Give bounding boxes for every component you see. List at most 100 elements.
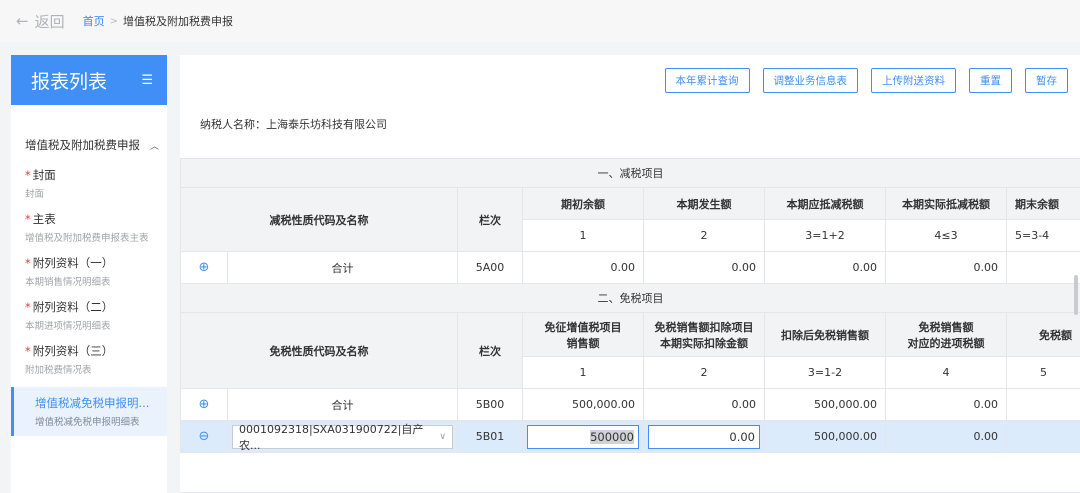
expand-plus-icon[interactable]: ⊕ — [180, 388, 228, 421]
exemption-line-header: 栏次 — [457, 312, 523, 389]
sidebar-item-cover[interactable]: * 封面 封面 — [11, 161, 167, 205]
cell-value: 0.00 — [885, 251, 1007, 284]
cell-value: 0.00 — [885, 420, 1007, 453]
column-header: 免税额 — [1006, 312, 1080, 357]
column-formula: 5=3-4 — [1006, 219, 1080, 252]
breadcrumb: 首页 > 增值税及附加税费申报 — [83, 13, 233, 29]
table-row-selected: ⊖ 0001092318|SXA031900722|自产农... ∨ 5B01 … — [180, 420, 1080, 453]
column-formula: 3=1-2 — [764, 356, 886, 389]
column-formula: 5 — [1006, 356, 1080, 389]
exemption-section-title: 二、免税项目 — [180, 283, 1080, 313]
row-line-number: 5A00 — [457, 251, 523, 284]
sidebar-item-tax-reduction-detail[interactable]: 增值税减免税申报明... 增值税减免税申报明细表 — [11, 387, 167, 436]
column-formula: 4 — [885, 356, 1007, 389]
reduction-section-title: 一、减税项目 — [180, 158, 1080, 188]
sidebar-item-attachment-2[interactable]: * 附列资料（二） 本期进项情况明细表 — [11, 293, 167, 337]
sidebar-item-desc: 附加税费情况表 — [25, 365, 92, 376]
column-header: 免税销售额 对应的进项税额 — [885, 312, 1007, 357]
chevron-down-icon: ∨ — [439, 431, 446, 442]
tax-reduction-table: 一、减税项目 减税性质代码及名称 栏次 期初余额 本期发生额 本期应抵减税额 本… — [180, 158, 1080, 453]
required-mark: * — [25, 300, 31, 314]
reduction-line-header: 栏次 — [457, 187, 523, 252]
select-value: 0001092318|SXA031900722|自产农... — [239, 422, 424, 452]
back-label: 返回 — [34, 12, 65, 31]
row-label: 合计 — [227, 388, 458, 421]
chevron-up-icon: ︿ — [150, 141, 160, 152]
sidebar-item-attachment-1[interactable]: * 附列资料（一） 本期销售情况明细表 — [11, 249, 167, 293]
required-mark: * — [25, 212, 31, 226]
taxpayer-name: 纳税人名称：上海泰乐坊科技有限公司 — [200, 118, 387, 131]
upload-attachments-button[interactable]: 上传附送资料 — [871, 68, 956, 93]
required-mark: * — [25, 168, 31, 182]
column-formula: 1 — [522, 356, 644, 389]
expand-plus-icon[interactable]: ⊕ — [180, 251, 228, 284]
column-header: 期末余额 — [1006, 187, 1080, 220]
sidebar-item-desc: 封面 — [25, 189, 45, 200]
cell-value: 0.00 — [522, 251, 644, 284]
column-header: 本期实际抵减税额 — [885, 187, 1007, 220]
main-panel: 本年累计查询 调整业务信息表 上传附送资料 重置 暂存 纳税人名称：上海泰乐坊科… — [180, 55, 1080, 493]
back-arrow-icon: ← — [16, 12, 29, 30]
sidebar-header: 报表列表 ☰ — [11, 55, 167, 105]
table-row: ⊕ 合计 5B00 500,000.00 0.00 500,000.00 0.0… — [180, 388, 1080, 421]
column-header: 免征增值税项目 销售额 — [522, 312, 644, 357]
sidebar-item-label: 附列资料（一） — [32, 256, 114, 270]
exemption-name-header: 免税性质代码及名称 — [180, 312, 458, 389]
column-header: 免税销售额扣除项目 本期实际扣除金额 — [643, 312, 765, 357]
exemption-code-select[interactable]: 0001092318|SXA031900722|自产农... ∨ — [232, 423, 453, 452]
vertical-scrollbar[interactable] — [1074, 275, 1078, 315]
cell-value: 500,000.00 — [764, 388, 886, 421]
sidebar-item-desc: 增值税及附加税费申报表主表 — [25, 233, 149, 244]
breadcrumb-separator: > — [109, 15, 118, 27]
collapse-minus-icon[interactable]: ⊖ — [180, 420, 228, 453]
sidebar-item-attachment-3[interactable]: * 附列资料（三） 附加税费情况表 — [11, 337, 167, 381]
sidebar-item-label: 附列资料（三） — [32, 344, 114, 358]
annual-query-button[interactable]: 本年累计查询 — [664, 68, 750, 93]
cell-value — [1006, 420, 1080, 453]
sidebar-item-desc: 本期进项情况明细表 — [25, 321, 111, 332]
input-value: 0.00 — [729, 429, 755, 444]
column-formula: 3=1+2 — [764, 219, 886, 252]
toolbar: 本年累计查询 调整业务信息表 上传附送资料 重置 暂存 — [664, 68, 1068, 93]
collapse-menu-icon[interactable]: ☰ — [141, 73, 153, 88]
column-formula: 1 — [522, 219, 644, 252]
back-button[interactable]: ← 返回 — [16, 11, 65, 32]
sidebar-title: 报表列表 — [31, 70, 108, 93]
column-header: 期初余额 — [522, 187, 644, 220]
sidebar-group-vat[interactable]: 增值税及附加税费申报 ︿ — [11, 137, 167, 153]
breadcrumb-current: 增值税及附加税费申报 — [122, 15, 233, 28]
required-mark: * — [25, 256, 31, 270]
sidebar-item-desc: 增值税减免税申报明细表 — [35, 417, 140, 428]
column-header: 扣除后免税销售额 — [764, 312, 886, 357]
top-bar: ← 返回 首页 > 增值税及附加税费申报 — [0, 0, 1080, 42]
cell-value — [1006, 251, 1080, 284]
breadcrumb-home-link[interactable]: 首页 — [83, 13, 105, 29]
reset-button[interactable]: 重置 — [969, 68, 1012, 93]
row-label: 合计 — [227, 251, 458, 284]
row-line-number: 5B00 — [457, 388, 523, 421]
column-header: 本期发生额 — [643, 187, 765, 220]
exempt-sales-input[interactable]: 500000 — [527, 424, 639, 449]
column-formula: 2 — [643, 356, 765, 389]
cell-value: 0.00 — [764, 251, 886, 284]
column-formula: 4≤3 — [885, 219, 1007, 252]
reduction-name-header: 减税性质代码及名称 — [180, 187, 458, 252]
deduction-amount-input[interactable]: 0.00 — [648, 424, 760, 449]
cell-value: 500,000.00 — [522, 388, 644, 421]
save-draft-button[interactable]: 暂存 — [1025, 68, 1068, 93]
sidebar-item-label: 封面 — [32, 168, 56, 182]
cell-value: 0.00 — [643, 388, 765, 421]
adjust-info-button[interactable]: 调整业务信息表 — [762, 68, 858, 93]
row-line-number: 5B01 — [457, 420, 523, 453]
sidebar-item-main-table[interactable]: * 主表 增值税及附加税费申报表主表 — [11, 205, 167, 249]
required-mark: * — [25, 344, 31, 358]
input-value: 500000 — [590, 429, 634, 444]
cell-value — [1006, 388, 1080, 421]
sidebar-item-desc: 本期销售情况明细表 — [25, 277, 111, 288]
sidebar-item-label: 附列资料（二） — [32, 300, 114, 314]
column-header: 本期应抵减税额 — [764, 187, 886, 220]
sidebar-items: * 封面 封面 * 主表 增值税及附加税费申报表主表 * 附列资料（一） 本期销售情况… — [11, 161, 167, 436]
sidebar-group-label: 增值税及附加税费申报 — [25, 138, 140, 152]
table-row: ⊕ 合计 5A00 0.00 0.00 0.00 0.00 — [180, 251, 1080, 284]
report-list-sidebar: 报表列表 ☰ 增值税及附加税费申报 ︿ * 封面 封面 * 主表 增值税及附加税费申… — [11, 55, 167, 493]
